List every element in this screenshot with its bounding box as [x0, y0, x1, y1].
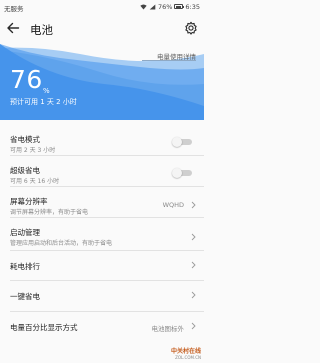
- chevron-right-icon: [191, 233, 196, 241]
- setting-one-tap-saving[interactable]: 一键省电: [0, 281, 204, 309]
- setting-subtitle: 调节屏幕分辨率，有助于省电: [10, 209, 89, 216]
- back-arrow-icon[interactable]: [6, 21, 20, 35]
- chevron-right-icon: [191, 261, 196, 269]
- setting-label: 启动管理: [10, 228, 40, 237]
- battery-icon: [174, 4, 185, 9]
- app-header: 电池: [0, 14, 204, 44]
- page-title: 电池: [30, 23, 53, 37]
- setting-subtitle: 可用 6 天 16 小时: [10, 178, 60, 185]
- watermark-url: ZOL.COM.CN: [175, 355, 201, 360]
- chevron-right-icon: [191, 291, 196, 299]
- watermark-logo: 中关村在线: [170, 348, 201, 355]
- chevron-right-icon: [191, 201, 196, 209]
- setting-label: 电量百分比显示方式: [10, 323, 78, 332]
- setting-subtitle: 管理应用启动和后台活动，有助于省电: [10, 240, 113, 247]
- setting-power-saving[interactable]: 省电模式 可用 2 天 3 小时: [0, 124, 204, 154]
- watermark: 中关村在线 ZOL.COM.CN: [171, 346, 201, 360]
- setting-label: 屏幕分辨率: [10, 197, 48, 206]
- setting-screen-resolution[interactable]: 屏幕分辨率 调节屏幕分辨率，有助于省电 WQHD: [0, 187, 204, 216]
- battery-percent-text: 76%: [157, 2, 173, 11]
- signal-icon: [149, 4, 156, 9]
- status-bar: 无服务 76% 6:35: [0, 0, 204, 14]
- usage-details-underline: [142, 60, 196, 61]
- setting-label: 一键省电: [10, 292, 40, 301]
- battery-status-card: 电量使用详情 76 % 预计可用 1 天 2 小时: [0, 44, 204, 120]
- status-right: 76% 6:35: [140, 3, 200, 11]
- carrier-text: 无服务: [4, 5, 24, 13]
- setting-percentage-display[interactable]: 电量百分比显示方式 电池图标外: [0, 312, 204, 340]
- battery-percent-large: 76: [10, 65, 43, 94]
- setting-value: WQHD: [162, 201, 184, 209]
- setting-label: 省电模式: [10, 135, 40, 144]
- power-saving-toggle[interactable]: [172, 137, 194, 147]
- setting-subtitle: 可用 2 天 3 小时: [10, 147, 56, 154]
- setting-ultra-power-saving[interactable]: 超级省电 可用 6 天 16 小时: [0, 156, 204, 185]
- battery-estimate: 预计可用 1 天 2 小时: [10, 98, 77, 106]
- setting-label: 超级省电: [10, 166, 40, 175]
- ultra-power-saving-toggle[interactable]: [172, 168, 194, 178]
- battery-percent-sign: %: [43, 87, 50, 95]
- setting-power-ranking[interactable]: 耗电排行: [0, 251, 204, 279]
- setting-label: 耗电排行: [10, 262, 40, 271]
- setting-startup-manager[interactable]: 启动管理 管理应用启动和后台活动，有助于省电: [0, 218, 204, 248]
- clock-text: 6:35: [185, 2, 200, 11]
- gear-icon[interactable]: [184, 21, 198, 35]
- chevron-right-icon: [191, 322, 196, 330]
- setting-value: 电池图标外: [151, 325, 185, 333]
- wifi-icon: [140, 3, 147, 9]
